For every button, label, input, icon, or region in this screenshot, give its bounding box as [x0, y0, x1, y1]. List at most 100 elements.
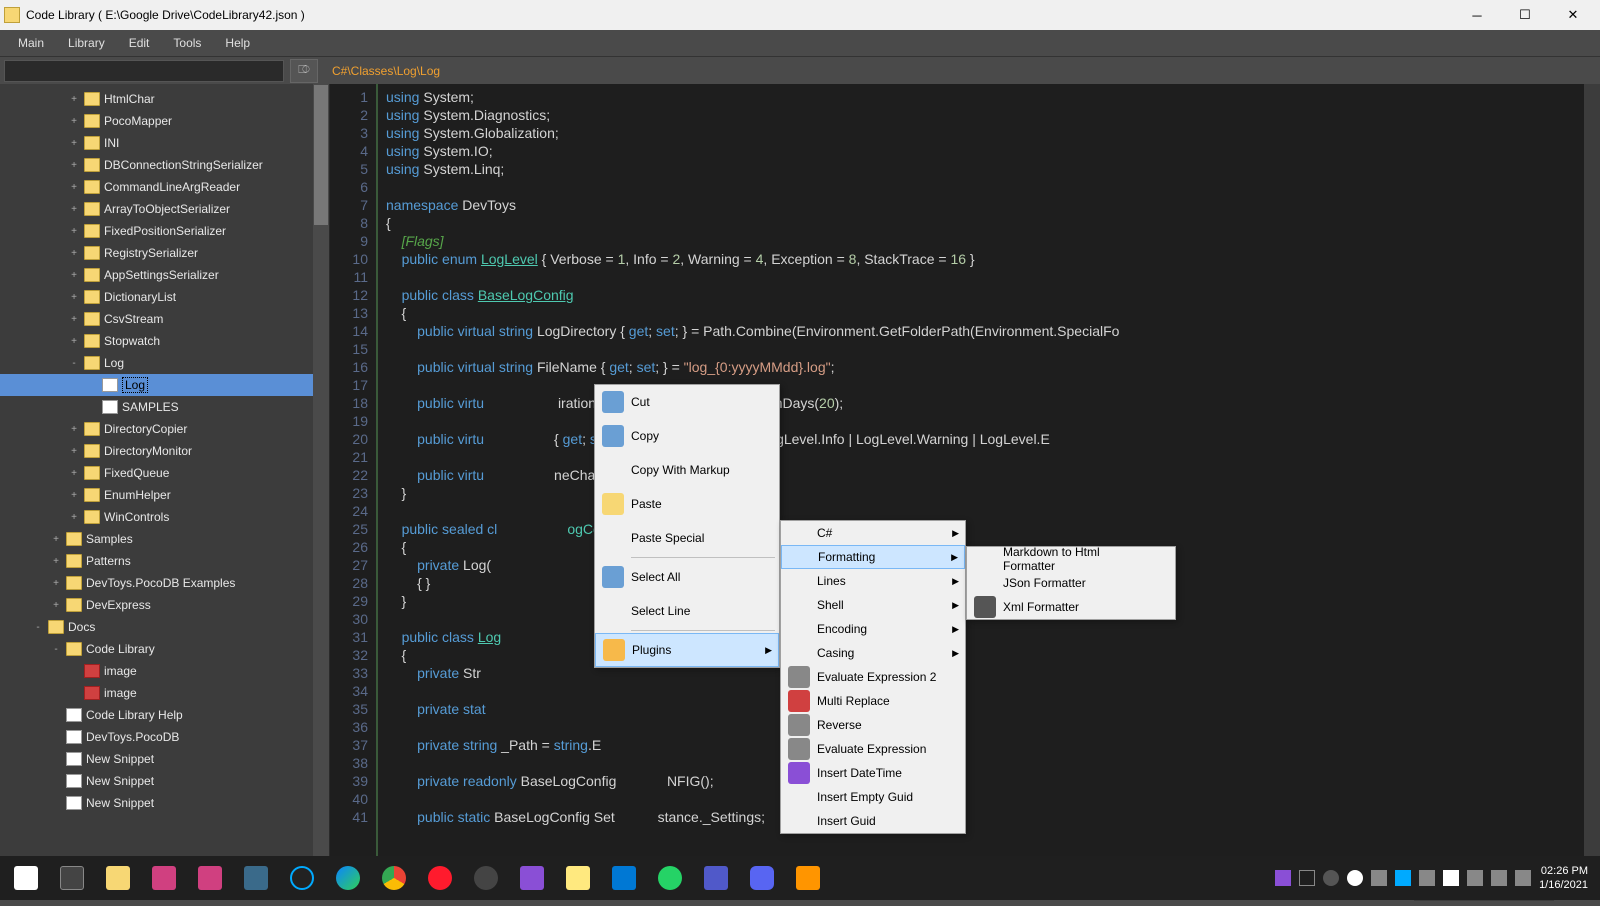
tray-icon[interactable] — [1275, 870, 1291, 886]
app-icon-2[interactable] — [188, 858, 232, 898]
tree-item[interactable]: DevToys.PocoDB — [0, 726, 314, 748]
menu-tools[interactable]: Tools — [163, 32, 211, 54]
tree-expand-icon[interactable]: + — [68, 94, 80, 105]
tree-item[interactable]: +Stopwatch — [0, 330, 314, 352]
ctx-insert-guid[interactable]: Insert Guid — [781, 809, 965, 833]
ctx-paste[interactable]: Paste — [595, 487, 779, 521]
tree-item[interactable]: +DevToys.PocoDB Examples — [0, 572, 314, 594]
tree-item[interactable]: +EnumHelper — [0, 484, 314, 506]
tree-expand-icon[interactable]: + — [68, 446, 80, 457]
tray-icon[interactable] — [1395, 870, 1411, 886]
ctx-cut[interactable]: Cut — [595, 385, 779, 419]
tree-item[interactable]: -Log — [0, 352, 314, 374]
clock[interactable]: 02:26 PM 1/16/2021 — [1539, 864, 1596, 892]
ctx-lines[interactable]: Lines▶ — [781, 569, 965, 593]
tree-expand-icon[interactable]: + — [68, 490, 80, 501]
tree-item[interactable]: +AppSettingsSerializer — [0, 264, 314, 286]
opera-icon[interactable] — [418, 858, 462, 898]
ctx-encoding[interactable]: Encoding▶ — [781, 617, 965, 641]
tree-expand-icon[interactable]: + — [50, 578, 62, 589]
tree-item[interactable]: +DirectoryCopier — [0, 418, 314, 440]
tree-expand-icon[interactable]: + — [50, 600, 62, 611]
notes-icon[interactable] — [556, 858, 600, 898]
tree-item[interactable]: +ArrayToObjectSerializer — [0, 198, 314, 220]
app-icon-5[interactable] — [464, 858, 508, 898]
tree-item[interactable]: +CsvStream — [0, 308, 314, 330]
tree-item[interactable]: +WinControls — [0, 506, 314, 528]
ctx-reverse[interactable]: Reverse — [781, 713, 965, 737]
tree-expand-icon[interactable]: + — [68, 138, 80, 149]
tree-item[interactable]: +DirectoryMonitor — [0, 440, 314, 462]
tree-expand-icon[interactable]: + — [68, 336, 80, 347]
tray-icon[interactable] — [1515, 870, 1531, 886]
tree-item[interactable]: -Docs — [0, 616, 314, 638]
tree-item[interactable]: +DictionaryList — [0, 286, 314, 308]
chrome-icon[interactable] — [372, 858, 416, 898]
maximize-button[interactable]: ☐ — [1502, 0, 1548, 30]
app-icon-1[interactable] — [142, 858, 186, 898]
tree-expand-icon[interactable]: + — [68, 512, 80, 523]
tree-expand-icon[interactable]: + — [68, 468, 80, 479]
tree-item[interactable]: +INI — [0, 132, 314, 154]
menu-library[interactable]: Library — [58, 32, 115, 54]
ctx-c#[interactable]: C#▶ — [781, 521, 965, 545]
tree-item[interactable]: Log — [0, 374, 314, 396]
explorer-icon[interactable] — [96, 858, 140, 898]
tree-item[interactable]: +DBConnectionStringSerializer — [0, 154, 314, 176]
app-icon-6[interactable] — [602, 858, 646, 898]
tree-expand-icon[interactable]: + — [68, 248, 80, 259]
tree-expand-icon[interactable]: + — [68, 204, 80, 215]
tree-expand-icon[interactable]: + — [50, 534, 62, 545]
tree-item[interactable]: +Patterns — [0, 550, 314, 572]
tray-icon[interactable] — [1467, 870, 1483, 886]
ctx-formatting[interactable]: Formatting▶ — [781, 545, 965, 569]
ctx-insert-datetime[interactable]: Insert DateTime — [781, 761, 965, 785]
tray-icon[interactable] — [1323, 870, 1339, 886]
ctx-multi-replace[interactable]: Multi Replace — [781, 689, 965, 713]
tree-item[interactable]: New Snippet — [0, 748, 314, 770]
tree-expand-icon[interactable]: - — [32, 622, 44, 633]
system-tray[interactable] — [1275, 870, 1531, 886]
ctx-evaluate-expression-2[interactable]: Evaluate Expression 2 — [781, 665, 965, 689]
tree-item[interactable]: +FixedQueue — [0, 462, 314, 484]
tree-item[interactable]: image — [0, 660, 314, 682]
tree-item[interactable]: New Snippet — [0, 770, 314, 792]
tree-expand-icon[interactable]: + — [68, 226, 80, 237]
tray-icon[interactable] — [1491, 870, 1507, 886]
app-icon-3[interactable] — [234, 858, 278, 898]
tree-item[interactable]: New Snippet — [0, 792, 314, 814]
tree-item[interactable]: image — [0, 682, 314, 704]
ctx-xml-formatter[interactable]: Xml Formatter — [967, 595, 1175, 619]
tree-item[interactable]: +PocoMapper — [0, 110, 314, 132]
tree-item[interactable]: +FixedPositionSerializer — [0, 220, 314, 242]
app-icon-4[interactable] — [280, 858, 324, 898]
ctx-evaluate-expression[interactable]: Evaluate Expression — [781, 737, 965, 761]
ctx-json-formatter[interactable]: JSon Formatter — [967, 571, 1175, 595]
editor-vscrollbar[interactable] — [1584, 84, 1600, 868]
tree-item[interactable]: +DevExpress — [0, 594, 314, 616]
tree-expand-icon[interactable]: + — [68, 292, 80, 303]
whatsapp-icon[interactable] — [648, 858, 692, 898]
tree-expand-icon[interactable]: - — [68, 358, 80, 369]
tree-item[interactable]: +HtmlChar — [0, 88, 314, 110]
ctx-select-line[interactable]: Select Line — [595, 594, 779, 628]
tray-icon[interactable] — [1419, 870, 1435, 886]
tree-expand-icon[interactable]: + — [68, 116, 80, 127]
app-icon-7[interactable] — [786, 858, 830, 898]
tray-icon[interactable] — [1371, 870, 1387, 886]
tree-expand-icon[interactable]: + — [68, 424, 80, 435]
ctx-plugins[interactable]: Plugins▶ — [595, 633, 779, 667]
menu-main[interactable]: Main — [8, 32, 54, 54]
ctx-paste-special[interactable]: Paste Special — [595, 521, 779, 555]
ctx-markdown-to-html-formatter[interactable]: Markdown to Html Formatter — [967, 547, 1175, 571]
close-button[interactable]: ✕ — [1550, 0, 1596, 30]
tray-icon[interactable] — [1443, 870, 1459, 886]
tree-expand-icon[interactable]: + — [68, 160, 80, 171]
tree-item[interactable]: Code Library Help — [0, 704, 314, 726]
toolbar-icon[interactable]: ⎄ — [290, 59, 318, 83]
ctx-copy-with-markup[interactable]: Copy With Markup — [595, 453, 779, 487]
tree-item[interactable]: +CommandLineArgReader — [0, 176, 314, 198]
edge-icon[interactable] — [326, 858, 370, 898]
discord-icon[interactable] — [740, 858, 784, 898]
tree-item[interactable]: -Code Library — [0, 638, 314, 660]
